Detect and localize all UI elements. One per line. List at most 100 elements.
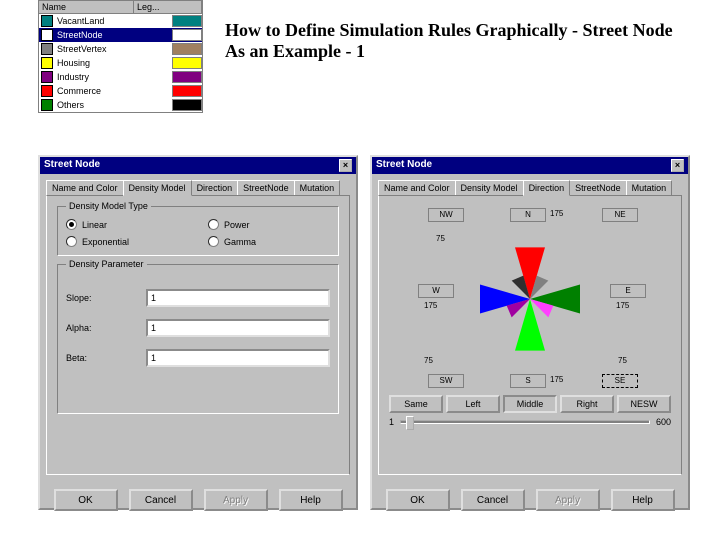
dialog-titlebar[interactable]: Street Node × <box>40 157 356 174</box>
direction-pie-icon <box>480 234 580 364</box>
radio-label: Gamma <box>224 237 256 247</box>
tab-streetnode[interactable]: StreetNode <box>237 180 295 195</box>
legend-name: Commerce <box>57 86 172 96</box>
radio-exponential[interactable]: Exponential <box>66 236 188 247</box>
dir-s-value: 175 <box>550 375 563 384</box>
align-left-button[interactable]: Left <box>446 395 500 413</box>
tab-panel-density: Density Model Type Linear Power Exponentia… <box>46 195 350 475</box>
cancel-button[interactable]: Cancel <box>129 489 193 511</box>
tab-direction[interactable]: Direction <box>523 180 571 196</box>
ok-button[interactable]: OK <box>386 489 450 511</box>
tab-direction[interactable]: Direction <box>191 180 239 195</box>
close-icon[interactable]: × <box>671 159 684 172</box>
align-middle-button[interactable]: Middle <box>503 395 557 413</box>
legend-row[interactable]: Commerce <box>39 84 202 98</box>
help-button[interactable]: Help <box>611 489 675 511</box>
tab-mutation[interactable]: Mutation <box>294 180 341 195</box>
dir-se-button[interactable]: SE <box>602 374 638 388</box>
dir-nw-button[interactable]: NW <box>428 208 464 222</box>
direction-dialog: Street Node × Name and ColorDensity Mode… <box>370 155 690 510</box>
dir-e-button[interactable]: E <box>610 284 646 298</box>
legend-row[interactable]: Industry <box>39 70 202 84</box>
legend-swatch <box>172 57 202 69</box>
slider-row: 1 600 <box>389 417 671 427</box>
align-nesw-button[interactable]: NESW <box>617 395 671 413</box>
dir-w-button[interactable]: W <box>418 284 454 298</box>
radio-linear[interactable]: Linear <box>66 219 188 230</box>
dialog-title: Street Node <box>376 159 432 172</box>
legend-row[interactable]: Others <box>39 98 202 112</box>
legend-swatch <box>172 43 202 55</box>
legend-row[interactable]: StreetNode <box>39 28 202 42</box>
slider-min: 1 <box>389 417 394 427</box>
apply-button[interactable]: Apply <box>204 489 268 511</box>
align-same-button[interactable]: Same <box>389 395 443 413</box>
tab-name-and-color[interactable]: Name and Color <box>46 180 124 195</box>
legend-name: VacantLand <box>57 16 172 26</box>
radio-gamma[interactable]: Gamma <box>208 236 330 247</box>
help-button[interactable]: Help <box>279 489 343 511</box>
legend-name: Industry <box>57 72 172 82</box>
legend-row[interactable]: VacantLand <box>39 14 202 28</box>
cancel-button[interactable]: Cancel <box>461 489 525 511</box>
legend-name: StreetNode <box>57 30 172 40</box>
ok-button[interactable]: OK <box>54 489 118 511</box>
tab-density-model[interactable]: Density Model <box>123 180 192 196</box>
dir-se-value: 75 <box>618 356 627 365</box>
legend-swatch <box>172 15 202 27</box>
param-label: Alpha: <box>66 323 146 333</box>
radio-dot-icon <box>208 219 219 230</box>
dir-ne-button[interactable]: NE <box>602 208 638 222</box>
align-right-button[interactable]: Right <box>560 395 614 413</box>
dir-sw-button[interactable]: SW <box>428 374 464 388</box>
legend-icon <box>41 15 53 27</box>
legend-col-swatch[interactable]: Leg... <box>134 1 202 13</box>
legend-col-name[interactable]: Name <box>39 1 134 13</box>
slider-thumb[interactable] <box>406 416 414 430</box>
param-label: Beta: <box>66 353 146 363</box>
tab-name-and-color[interactable]: Name and Color <box>378 180 456 195</box>
tab-density-model[interactable]: Density Model <box>455 180 524 195</box>
tab-mutation[interactable]: Mutation <box>626 180 673 195</box>
dir-n-button[interactable]: N <box>510 208 546 222</box>
radio-dot-icon <box>208 236 219 247</box>
dir-nw-value: 75 <box>436 234 445 243</box>
legend-row[interactable]: StreetVertex <box>39 42 202 56</box>
dir-s-button[interactable]: S <box>510 374 546 388</box>
slider-track[interactable] <box>400 420 650 424</box>
radio-label: Linear <box>82 220 107 230</box>
legend-name: StreetVertex <box>57 44 172 54</box>
dir-n-value: 175 <box>550 209 563 218</box>
param-input-slope[interactable] <box>146 289 330 307</box>
dir-w-value: 175 <box>424 301 437 310</box>
legend-icon <box>41 71 53 83</box>
group-title: Density Parameter <box>66 259 147 269</box>
apply-button[interactable]: Apply <box>536 489 600 511</box>
dialog-title: Street Node <box>44 159 100 172</box>
legend-row[interactable]: Housing <box>39 56 202 70</box>
close-icon[interactable]: × <box>339 159 352 172</box>
dir-e-value: 175 <box>616 301 629 310</box>
tab-streetnode[interactable]: StreetNode <box>569 180 627 195</box>
legend-swatch <box>172 29 202 41</box>
legend-icon <box>41 29 53 41</box>
density-param-group: Density Parameter Slope: Alpha: Beta: <box>57 264 339 414</box>
dialog-titlebar[interactable]: Street Node × <box>372 157 688 174</box>
param-label: Slope: <box>66 293 146 303</box>
group-title: Density Model Type <box>66 201 151 211</box>
legend-icon <box>41 99 53 111</box>
radio-dot-icon <box>66 219 77 230</box>
legend-icon <box>41 43 53 55</box>
legend-icon <box>41 85 53 97</box>
param-input-alpha[interactable] <box>146 319 330 337</box>
radio-power[interactable]: Power <box>208 219 330 230</box>
density-model-dialog: Street Node × Name and ColorDensity Mode… <box>38 155 358 510</box>
param-input-beta[interactable] <box>146 349 330 367</box>
tab-panel-direction: NW N 175 NE 75 W 175 E 175 75 75 SW S 17… <box>378 195 682 475</box>
legend-icon <box>41 57 53 69</box>
legend-name: Others <box>57 100 172 110</box>
radio-label: Power <box>224 220 250 230</box>
legend-panel: Name Leg... VacantLand StreetNode Street… <box>38 0 203 113</box>
radio-dot-icon <box>66 236 77 247</box>
legend-swatch <box>172 71 202 83</box>
